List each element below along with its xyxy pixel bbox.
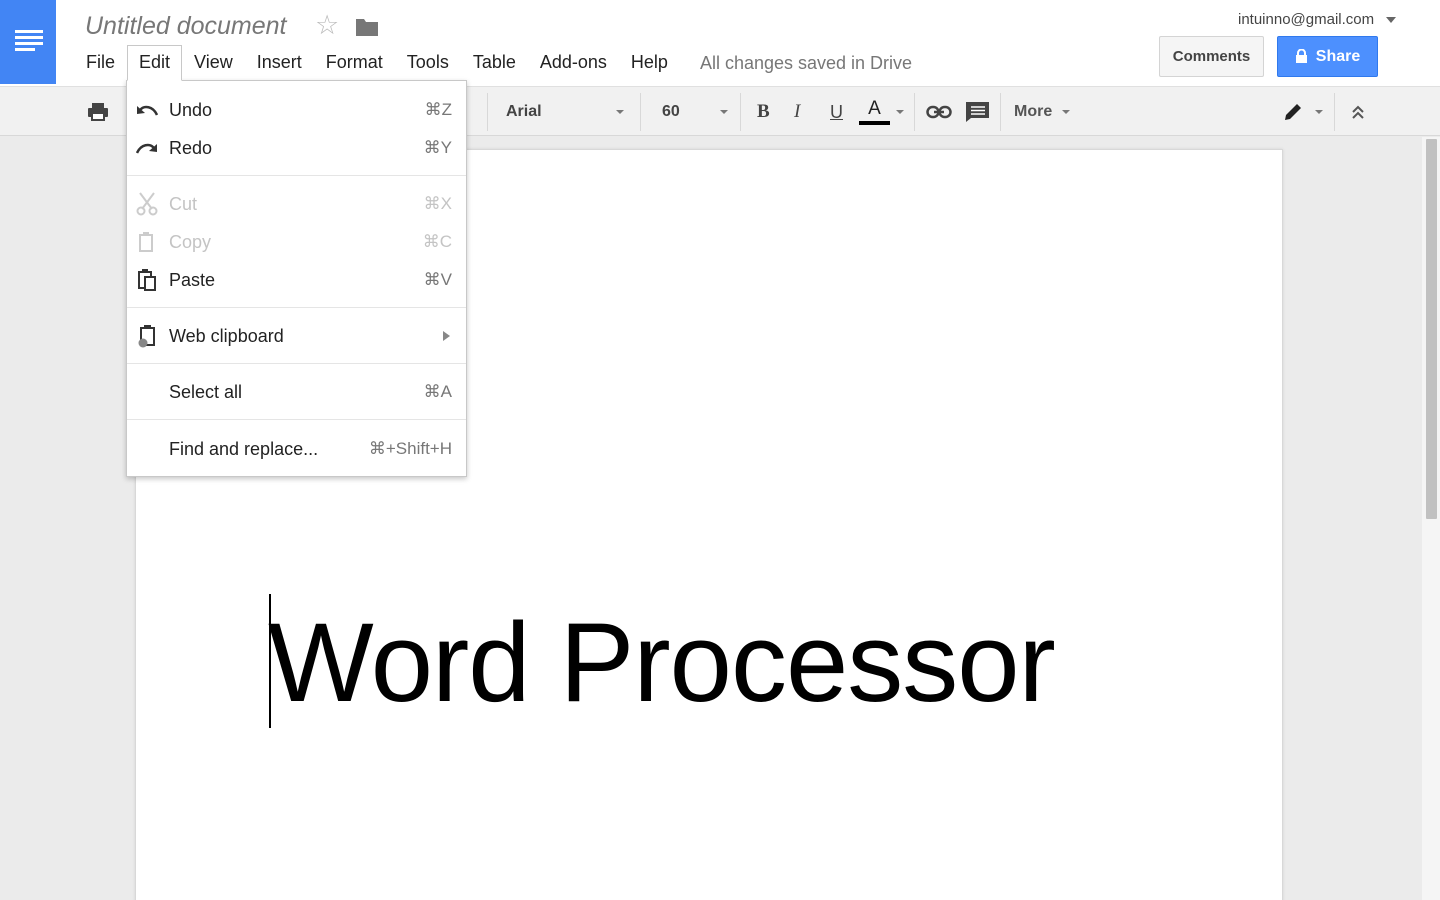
- insert-comment-button[interactable]: [965, 87, 990, 137]
- menu-item-web-clipboard[interactable]: Web clipboard: [127, 318, 466, 354]
- cut-icon: [135, 192, 159, 216]
- chevron-down-icon[interactable]: [1386, 17, 1396, 23]
- italic-icon: I: [794, 101, 801, 122]
- save-status: All changes saved in Drive: [699, 52, 913, 73]
- menu-insert[interactable]: Insert: [245, 45, 314, 81]
- edit-menu-dropdown: Undo ⌘Z Redo ⌘Y Cut ⌘X Copy ⌘C Paste ⌘V: [126, 80, 467, 477]
- font-family-select[interactable]: Arial: [506, 87, 624, 137]
- scrollbar-thumb[interactable]: [1426, 139, 1437, 519]
- underline-button[interactable]: U: [830, 87, 843, 137]
- paste-icon: [135, 268, 159, 292]
- menu-bar: File Edit View Insert Format Tools Table…: [74, 45, 913, 81]
- copy-icon: [135, 230, 159, 254]
- menu-item-redo[interactable]: Redo ⌘Y: [127, 130, 466, 166]
- more-label: More: [1014, 103, 1053, 120]
- share-label: Share: [1315, 47, 1361, 65]
- menu-format[interactable]: Format: [314, 45, 395, 81]
- menu-item-copy[interactable]: Copy ⌘C: [127, 224, 466, 260]
- undo-icon: [135, 98, 159, 122]
- menu-file[interactable]: File: [74, 45, 127, 81]
- bold-icon: B: [757, 101, 770, 122]
- text-cursor: [269, 594, 271, 728]
- document-title[interactable]: Untitled document: [85, 12, 287, 41]
- italic-button[interactable]: I: [794, 87, 800, 137]
- chevron-down-icon: [1315, 110, 1323, 114]
- docs-home-icon[interactable]: [0, 0, 56, 84]
- insert-link-button[interactable]: [926, 87, 952, 137]
- collapse-toolbar-icon[interactable]: [1351, 87, 1365, 137]
- menu-help[interactable]: Help: [619, 45, 680, 81]
- font-size-value: 60: [662, 103, 680, 120]
- bold-button[interactable]: B: [757, 87, 770, 137]
- editing-mode-button[interactable]: [1283, 87, 1323, 137]
- header-bar: Untitled document ☆ File Edit View Inser…: [0, 0, 1440, 86]
- web-clipboard-icon: [135, 324, 159, 348]
- chevron-right-icon: [443, 331, 450, 341]
- menu-item-cut[interactable]: Cut ⌘X: [127, 186, 466, 222]
- menu-add-ons[interactable]: Add-ons: [528, 45, 619, 81]
- chevron-down-icon: [1062, 110, 1071, 114]
- chevron-down-icon: [616, 110, 624, 114]
- account-email[interactable]: intuinno@gmail.com: [1238, 11, 1374, 28]
- menu-view[interactable]: View: [182, 45, 245, 81]
- pencil-icon: [1285, 104, 1301, 120]
- comments-button[interactable]: Comments: [1159, 36, 1264, 77]
- document-body-text[interactable]: Word Processor: [268, 596, 1056, 730]
- redo-icon: [135, 136, 159, 160]
- menu-item-undo[interactable]: Undo ⌘Z: [127, 92, 466, 128]
- font-family-value: Arial: [506, 103, 542, 120]
- font-size-select[interactable]: 60: [662, 87, 728, 137]
- underline-icon: U: [830, 101, 843, 122]
- menu-table[interactable]: Table: [461, 45, 528, 81]
- text-color-button[interactable]: A: [859, 87, 907, 137]
- chevron-down-icon: [896, 110, 904, 114]
- text-color-icon: A: [859, 99, 890, 125]
- lock-icon: [1295, 49, 1307, 63]
- folder-icon[interactable]: [355, 17, 379, 37]
- share-button[interactable]: Share: [1277, 36, 1378, 77]
- print-icon[interactable]: [86, 87, 110, 137]
- menu-item-select-all[interactable]: Select all ⌘A: [127, 374, 466, 410]
- menu-tools[interactable]: Tools: [395, 45, 461, 81]
- link-icon: [926, 105, 952, 119]
- star-icon[interactable]: ☆: [315, 12, 339, 39]
- menu-item-find-replace[interactable]: Find and replace... ⌘+Shift+H: [127, 431, 466, 467]
- more-button[interactable]: More: [1014, 87, 1071, 137]
- chevron-down-icon: [720, 110, 728, 114]
- menu-edit[interactable]: Edit: [127, 45, 183, 81]
- comment-icon: [966, 102, 989, 122]
- menu-item-paste[interactable]: Paste ⌘V: [127, 262, 466, 298]
